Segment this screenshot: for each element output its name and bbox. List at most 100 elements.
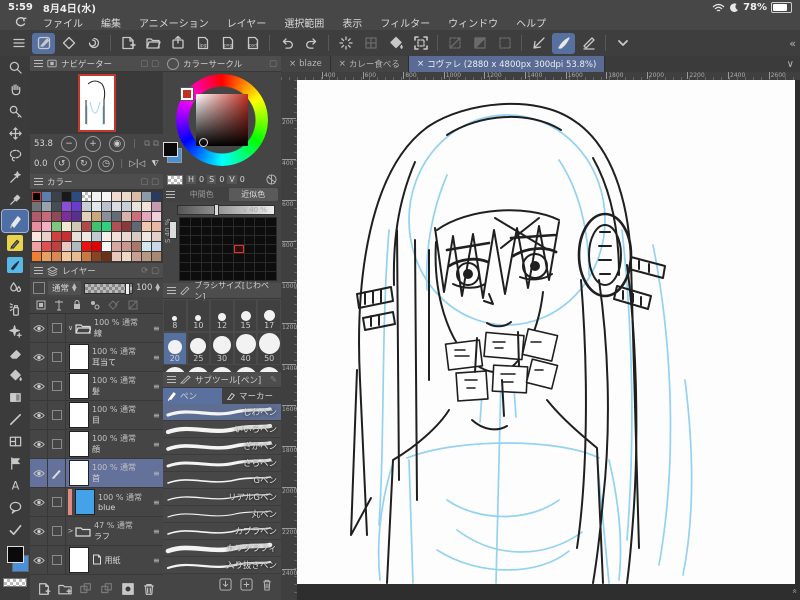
approx-cell-3-1[interactable]: [190, 245, 201, 253]
layer-row-首[interactable]: 100 % 通常首 ≡: [30, 459, 163, 488]
tabbar-chevron-icon[interactable]: ∨: [781, 59, 800, 70]
approx-cell-5-6[interactable]: [244, 263, 255, 271]
brush-size-overflow-3[interactable]: [234, 365, 258, 372]
swatch-6-0[interactable]: [32, 252, 41, 261]
brush-size-40[interactable]: 40: [233, 332, 258, 365]
brush-size-30[interactable]: 30: [210, 332, 234, 365]
zoom-in-button[interactable]: +: [85, 136, 102, 152]
tool-eyedropper[interactable]: [2, 188, 28, 210]
swatch-0-8[interactable]: [112, 192, 121, 201]
processing-button[interactable]: [334, 33, 357, 54]
swatch-6-11[interactable]: [142, 252, 151, 261]
panel-menu-icon[interactable]: [34, 267, 43, 274]
swatch-6-10[interactable]: [132, 252, 141, 261]
layer-row-menu-icon[interactable]: ≡: [153, 343, 163, 371]
navigator-extra-icons[interactable]: ▢ ▢: [140, 59, 159, 69]
swatch-2-3[interactable]: [62, 212, 71, 221]
layer-folder-arrow[interactable]: ∨: [66, 324, 75, 332]
swatch-4-0[interactable]: [32, 232, 41, 241]
approx-cell-4-0[interactable]: [180, 254, 190, 262]
panel-menu-icon[interactable]: [166, 191, 175, 198]
doc-tab-2[interactable]: × コヴァレ (2880 x 4800px 300dpi 53.8%): [408, 56, 606, 72]
swatch-3-0[interactable]: [32, 222, 41, 231]
flip-preview-icons[interactable]: ⧉ ⧉: [144, 139, 159, 149]
thumbnail-size-button[interactable]: [33, 282, 45, 294]
redo-button[interactable]: [300, 33, 323, 54]
swatch-5-12[interactable]: [152, 242, 161, 251]
tab-close-icon[interactable]: ×: [417, 59, 424, 69]
delete-subtool-icon[interactable]: [261, 578, 273, 591]
add-subtool-icon[interactable]: [240, 578, 253, 591]
layer-checkbox[interactable]: [51, 497, 62, 507]
swatch-5-3[interactable]: [62, 242, 71, 251]
swatch-2-2[interactable]: [52, 212, 61, 221]
swatch-0-9[interactable]: [122, 192, 131, 201]
brush-tool-button[interactable]: [552, 32, 575, 54]
tool-flag-ruler[interactable]: [2, 452, 28, 474]
clip-studio-button[interactable]: [82, 33, 105, 54]
approx-cell-2-7[interactable]: [255, 236, 266, 244]
swatch-2-1[interactable]: [42, 212, 51, 221]
swatch-1-2[interactable]: [52, 202, 61, 211]
layer-visibility-toggle[interactable]: [30, 343, 48, 371]
brush-size-12[interactable]: 12: [210, 299, 234, 332]
swatch-0-4[interactable]: [72, 192, 81, 201]
subtool-header[interactable]: サブツール[ペン] ✎: [163, 372, 281, 388]
layer-row-menu-icon[interactable]: ≡: [153, 488, 163, 516]
menu-1[interactable]: 編集: [92, 15, 130, 30]
menu-4[interactable]: 選択範囲: [275, 15, 333, 30]
main-menu-button[interactable]: [7, 33, 30, 54]
swatch-4-8[interactable]: [112, 232, 121, 241]
swatch-6-2[interactable]: [52, 252, 61, 261]
swatch-1-11[interactable]: [142, 202, 151, 211]
layer-row-menu-icon[interactable]: ≡: [153, 372, 163, 400]
swatch-1-9[interactable]: [122, 202, 131, 211]
menu-5[interactable]: 表示: [333, 15, 371, 30]
panel-menu-icon[interactable]: [167, 287, 176, 294]
line-pen-button[interactable]: [577, 33, 600, 54]
layer-row-線[interactable]: ∨ 100 % 通常線 ≡: [30, 314, 163, 343]
approx-cell-6-4[interactable]: [223, 272, 233, 280]
swatch-6-8[interactable]: [112, 252, 121, 261]
clear-selection-button[interactable]: [493, 33, 516, 54]
approx-cell-3-2[interactable]: [201, 245, 212, 253]
swatch-5-7[interactable]: [102, 242, 111, 251]
layer-check-cell[interactable]: [48, 517, 66, 545]
tool-decoration[interactable]: [2, 320, 28, 342]
new-layer-icon[interactable]: [37, 582, 51, 596]
approx-cell-2-3[interactable]: [212, 236, 223, 244]
layer-row-menu-icon[interactable]: ≡: [153, 546, 163, 574]
transparent-color-bar[interactable]: [3, 578, 27, 587]
swatch-5-5[interactable]: [82, 242, 91, 251]
tool-text[interactable]: A: [2, 474, 28, 496]
swatch-6-5[interactable]: [82, 252, 91, 261]
tool-lasso[interactable]: [2, 144, 28, 166]
blend-mode-select[interactable]: 通常 ▲ ▼: [48, 281, 81, 295]
swatch-6-9[interactable]: [122, 252, 131, 261]
set-ruler-icon[interactable]: [107, 299, 121, 311]
save-psd-button[interactable]: psd: [241, 33, 264, 54]
approx-cell-4-8[interactable]: [266, 254, 276, 262]
tool-figure[interactable]: [2, 408, 28, 430]
approx-cell-6-8[interactable]: [266, 272, 276, 280]
swatch-3-1[interactable]: [42, 222, 51, 231]
approx-cell-4-6[interactable]: [244, 254, 255, 262]
swatch-5-10[interactable]: [132, 242, 141, 251]
approx-cell-5-7[interactable]: [255, 263, 266, 271]
flip-vertical-button[interactable]: ⧨: [151, 159, 159, 169]
layer-thumbnail[interactable]: [69, 431, 89, 457]
menu-6[interactable]: フィルター: [371, 15, 439, 30]
subtool-brush-5[interactable]: リアルGペン: [163, 489, 281, 506]
tool-eraser[interactable]: [2, 342, 28, 364]
swatch-2-10[interactable]: [132, 212, 141, 221]
save-jpg-button[interactable]: jpg: [191, 33, 214, 54]
brush-size-17[interactable]: 17: [257, 299, 281, 332]
layer-checkbox[interactable]: [51, 410, 62, 420]
swatch-1-3[interactable]: [62, 202, 71, 211]
approx-cell-5-3[interactable]: [212, 263, 223, 271]
approx-cell-2-5[interactable]: [233, 236, 244, 244]
swatch-1-1[interactable]: [42, 202, 51, 211]
layers-header[interactable]: レイヤー ⟳ ▢: [30, 263, 163, 279]
approx-cell-5-1[interactable]: [190, 263, 201, 271]
layer-check-cell[interactable]: [48, 343, 66, 371]
